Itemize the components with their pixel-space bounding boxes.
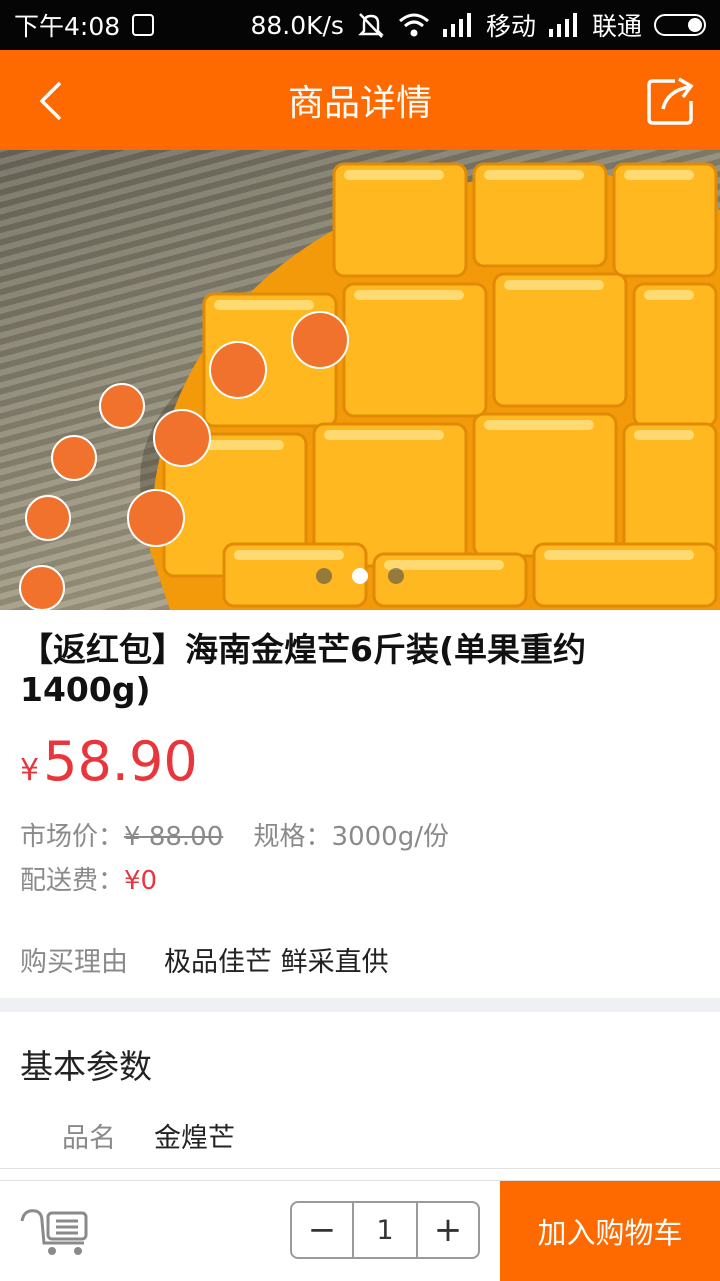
mango-cube — [472, 412, 618, 558]
buy-reason-value: 极品佳芒 鲜采直供 — [164, 947, 389, 978]
status-time: 下午4:08 — [14, 12, 121, 41]
product-title: 【返红包】海南金煌芒6斤装(单果重约1400g) — [20, 630, 587, 709]
product-price: ¥ 58.90 — [20, 730, 198, 793]
mango-highlight — [214, 300, 314, 310]
param-row: 品名 金煌芒 — [62, 1116, 235, 1155]
nutrient-badge — [209, 341, 267, 399]
mango-highlight — [634, 430, 694, 440]
spec-value: 3000g/份 — [331, 822, 449, 852]
page-title: 商品详情 — [287, 83, 432, 124]
mango-highlight — [324, 430, 444, 440]
mango-cube — [492, 272, 628, 408]
carousel-indicator — [0, 568, 720, 584]
mute-icon — [356, 11, 386, 39]
battery-icon — [654, 14, 706, 36]
cart-icon — [20, 1209, 88, 1255]
price-value: 58.90 — [43, 730, 198, 793]
carousel-dot[interactable] — [388, 568, 404, 584]
buy-reason-label: 购买理由 — [20, 947, 128, 978]
params-title: 基本参数 — [20, 1047, 152, 1086]
wifi-icon — [398, 12, 430, 38]
mango-cube — [332, 162, 468, 278]
mango-highlight — [624, 170, 694, 180]
shipping-value: ¥0 — [124, 866, 158, 896]
share-icon — [647, 77, 694, 125]
nutrient-badge — [25, 495, 71, 541]
nutrient-badge — [51, 435, 97, 481]
section-divider — [0, 998, 720, 1012]
mango-highlight — [234, 550, 344, 560]
signal-icon-1 — [442, 13, 474, 37]
quantity-value[interactable]: 1 — [352, 1203, 418, 1257]
increment-button[interactable]: + — [418, 1203, 478, 1257]
nutrient-badge — [153, 409, 211, 467]
chevron-left-icon — [39, 81, 62, 121]
cart-button[interactable] — [18, 1203, 92, 1259]
mango-illustration — [19, 162, 720, 610]
app-header: 商品详情 — [0, 50, 720, 150]
mango-cube — [612, 162, 718, 278]
nutrient-badge — [291, 311, 349, 369]
mango-highlight — [344, 170, 444, 180]
add-to-cart-button[interactable]: 加入购物车 — [500, 1181, 720, 1281]
carousel-dot[interactable] — [352, 568, 368, 584]
network-speed: 88.0K/s — [250, 10, 344, 40]
back-button[interactable] — [26, 76, 76, 126]
product-image-carousel[interactable] — [0, 150, 720, 610]
mango-highlight — [644, 290, 694, 300]
quantity-stepper: − 1 + — [290, 1201, 480, 1259]
row-divider — [0, 1168, 720, 1169]
mango-highlight — [484, 420, 594, 430]
mango-highlight — [354, 290, 464, 300]
signal-icon-2 — [548, 13, 580, 37]
param-label: 品名 — [62, 1123, 116, 1154]
buy-reason: 购买理由 极品佳芒 鲜采直供 — [20, 940, 389, 979]
market-price-label: 市场价： — [20, 822, 125, 852]
bottom-action-bar: − 1 + 加入购物车 — [0, 1180, 720, 1281]
currency-symbol: ¥ — [20, 753, 40, 788]
carousel-dot[interactable] — [316, 568, 332, 584]
decrement-button[interactable]: − — [292, 1203, 352, 1257]
share-button[interactable] — [644, 74, 698, 128]
spec-label: 规格： — [253, 822, 332, 852]
mango-highlight — [544, 550, 694, 560]
shipping-line: 配送费：¥0 — [20, 860, 157, 897]
carrier-2: 联通 — [591, 12, 642, 41]
nutrient-badge — [127, 489, 185, 547]
mango-cube — [342, 282, 488, 418]
shipping-label: 配送费： — [20, 866, 125, 896]
app-notification-icon — [132, 14, 155, 36]
market-price-line: 市场价：¥ 88.00 规格：3000g/份 — [20, 816, 449, 853]
carrier-1: 移动 — [485, 12, 536, 41]
mango-cube — [632, 282, 718, 428]
nutrient-badge — [99, 383, 145, 429]
param-value: 金煌芒 — [154, 1123, 235, 1154]
market-price-value: ¥ 88.00 — [124, 822, 224, 852]
mango-highlight — [484, 170, 584, 180]
mango-highlight — [504, 280, 604, 290]
status-bar: 下午4:08 88.0K/s 移动 联通 — [0, 0, 720, 50]
